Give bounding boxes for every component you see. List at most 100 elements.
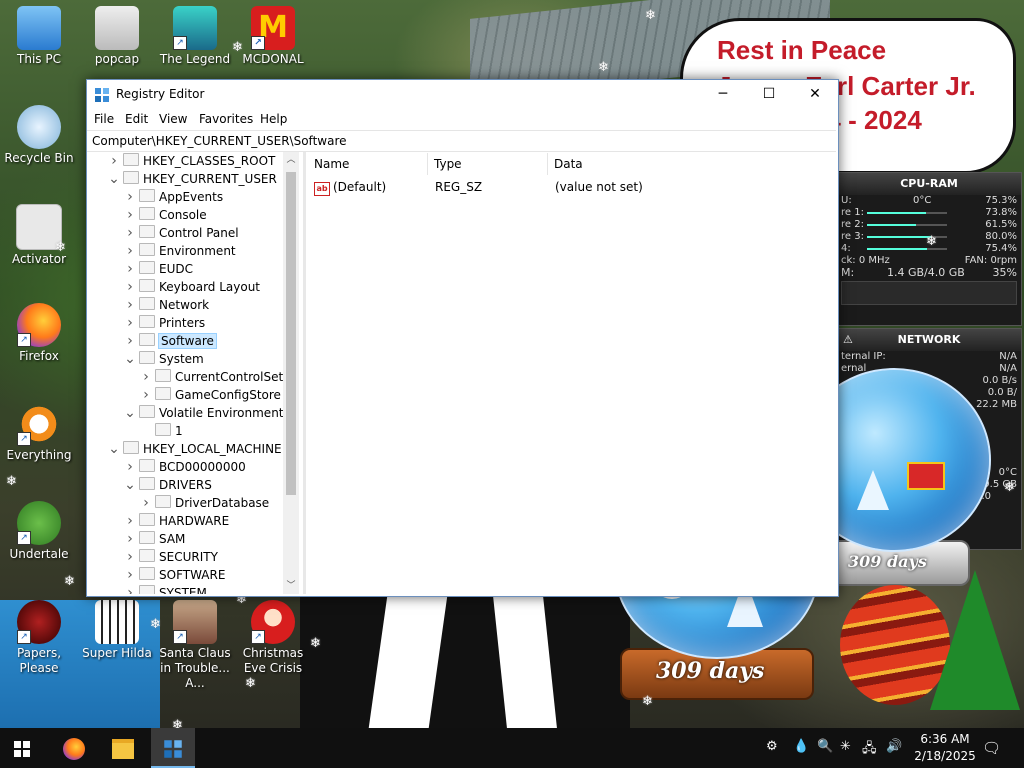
tree-node[interactable]: ⌄ DRIVERS: [123, 476, 212, 494]
tree-node[interactable]: › SECURITY: [123, 548, 218, 566]
tray-sparkle-icon[interactable]: ✳: [840, 739, 851, 754]
scroll-up-icon[interactable]: ︿: [283, 152, 299, 168]
tree-node[interactable]: › Network: [123, 296, 209, 314]
taskbar-clock[interactable]: 6:36 AM 2/18/2025: [910, 731, 980, 765]
chevron-right-icon[interactable]: ›: [123, 278, 137, 296]
menu-help[interactable]: Help: [260, 112, 287, 126]
chevron-right-icon[interactable]: ›: [139, 386, 153, 404]
tree-node[interactable]: 1: [139, 422, 183, 440]
column-header-data[interactable]: Data: [548, 153, 748, 175]
tray-drop-icon[interactable]: 💧: [793, 739, 809, 754]
desktop-icon-recycle-bin[interactable]: Recycle Bin: [0, 105, 78, 166]
close-button[interactable]: ✕: [792, 80, 838, 109]
chevron-right-icon[interactable]: ›: [123, 206, 137, 224]
tree-node[interactable]: › Console: [123, 206, 207, 224]
chevron-right-icon[interactable]: ›: [123, 260, 137, 278]
tree-node[interactable]: › SAM: [123, 530, 185, 548]
value-row-data[interactable]: (value not set): [555, 178, 643, 196]
chevron-right-icon[interactable]: ›: [123, 458, 137, 476]
chevron-right-icon[interactable]: ›: [123, 548, 137, 566]
tree-node[interactable]: › EUDC: [123, 260, 193, 278]
tree-node[interactable]: › HKEY_CLASSES_ROOT: [107, 152, 275, 170]
tree-node[interactable]: › HARDWARE: [123, 512, 229, 530]
chevron-right-icon[interactable]: ›: [139, 494, 153, 512]
column-header-type[interactable]: Type: [428, 153, 548, 175]
tree-node[interactable]: › Keyboard Layout: [123, 278, 260, 296]
address-bar[interactable]: Computer\HKEY_CURRENT_USER\Software: [87, 130, 836, 152]
chevron-right-icon[interactable]: ›: [139, 368, 153, 386]
tree-node[interactable]: › Environment: [123, 242, 236, 260]
desktop-icon-activator[interactable]: Activator: [0, 204, 78, 267]
desktop-icon-popcap[interactable]: popcap: [78, 6, 156, 67]
chevron-right-icon[interactable]: ›: [123, 242, 137, 260]
tree-node[interactable]: › Control Panel: [123, 224, 239, 242]
chevron-right-icon[interactable]: ›: [123, 188, 137, 206]
desktop-icon-everything[interactable]: ↗ Everything: [0, 402, 78, 463]
tray-volume-icon[interactable]: 🔊: [886, 739, 902, 754]
minimize-button[interactable]: ─: [700, 80, 746, 109]
desktop-icon-santa-claus-in-trouble[interactable]: ↗ Santa Claus in Trouble... A...: [156, 600, 234, 691]
desktop-icon-firefox[interactable]: ↗ Firefox: [0, 303, 78, 364]
taskbar-firefox[interactable]: [52, 728, 96, 768]
chevron-right-icon[interactable]: ›: [123, 332, 137, 350]
tray-people-icon[interactable]: ⚙: [766, 739, 778, 754]
address-path[interactable]: Computer\HKEY_CURRENT_USER\Software: [92, 134, 347, 148]
registry-editor-window[interactable]: Registry Editor ─ ☐ ✕ File Edit View Fav…: [86, 79, 839, 597]
tree-node[interactable]: › Printers: [123, 314, 205, 332]
chevron-right-icon[interactable]: ›: [123, 512, 137, 530]
desktop-icon-undertale[interactable]: ↗ Undertale: [0, 501, 78, 562]
notification-center-icon[interactable]: 🗨: [982, 739, 1001, 757]
tree-node[interactable]: › GameConfigStore: [139, 386, 281, 404]
desktop-icon-mcdonal[interactable]: M ↗ MCDONAL: [234, 6, 312, 67]
chevron-down-icon[interactable]: ⌄: [123, 350, 137, 368]
value-row-type[interactable]: REG_SZ: [435, 178, 482, 196]
chevron-right-icon[interactable]: ›: [107, 152, 121, 170]
menu-view[interactable]: View: [159, 112, 187, 126]
chevron-right-icon[interactable]: ›: [123, 530, 137, 548]
tree-node[interactable]: ⌄ Volatile Environment: [123, 404, 284, 422]
tray-network-icon[interactable]: 🖧: [862, 739, 877, 761]
chevron-down-icon[interactable]: ⌄: [107, 170, 121, 188]
chevron-right-icon[interactable]: ›: [123, 314, 137, 332]
value-row-name[interactable]: ab (Default): [314, 178, 386, 196]
tree-node[interactable]: › Software: [123, 332, 217, 350]
title-bar[interactable]: Registry Editor ─ ☐ ✕: [87, 80, 838, 109]
desktop-icon-the-legend[interactable]: ↗ The Legend: [156, 6, 234, 67]
scrollbar-thumb[interactable]: [286, 172, 296, 495]
scroll-down-icon[interactable]: ﹀: [283, 578, 299, 594]
tree-node[interactable]: › SYSTEM: [123, 584, 207, 594]
desktop-icon-this-pc[interactable]: This PC: [0, 6, 78, 67]
tree-node[interactable]: › AppEvents: [123, 188, 223, 206]
menu-edit[interactable]: Edit: [125, 112, 148, 126]
desktop-icon-papers-please[interactable]: ↗ Papers, Please: [0, 600, 78, 676]
chevron-right-icon[interactable]: ›: [123, 566, 137, 584]
tray-search-icon[interactable]: 🔍: [817, 739, 833, 754]
cpu-ram-gadget[interactable]: CPU-RAM U: 0°C 75.3% re 1: 73.8% re 2: 61.5%…: [836, 172, 1022, 326]
tree-node[interactable]: › DriverDatabase: [139, 494, 269, 512]
tree-node[interactable]: › BCD00000000: [123, 458, 246, 476]
tree-scrollbar[interactable]: ︿ ﹀: [283, 152, 299, 594]
pane-splitter[interactable]: [303, 152, 306, 594]
desktop-icon-super-hilda[interactable]: Super Hilda: [78, 600, 156, 661]
column-header-name[interactable]: Name: [308, 153, 428, 175]
menu-file[interactable]: File: [94, 112, 114, 126]
start-button[interactable]: [0, 728, 44, 768]
menu-favorites[interactable]: Favorites: [199, 112, 253, 126]
taskbar-registry-editor[interactable]: [151, 728, 195, 768]
chevron-down-icon[interactable]: ⌄: [123, 404, 137, 422]
key-tree-pane[interactable]: › HKEY_CLASSES_ROOT ⌄ HKEY_CURRENT_USER › App…: [87, 152, 299, 594]
tree-node[interactable]: ⌄ HKEY_CURRENT_USER: [107, 170, 277, 188]
maximize-button[interactable]: ☐: [746, 80, 792, 109]
tree-node[interactable]: › SOFTWARE: [123, 566, 225, 584]
chevron-right-icon[interactable]: ›: [123, 296, 137, 314]
tree-node[interactable]: › CurrentControlSet: [139, 368, 283, 386]
desktop-icon-christmas-eve-crisis[interactable]: ↗ Christmas Eve Crisis: [234, 600, 312, 676]
chevron-down-icon[interactable]: ⌄: [107, 440, 121, 458]
chevron-down-icon[interactable]: ⌄: [123, 476, 137, 494]
tree-node[interactable]: ⌄ HKEY_LOCAL_MACHINE: [107, 440, 282, 458]
taskbar-file-explorer[interactable]: [101, 728, 145, 768]
chevron-right-icon[interactable]: ›: [123, 584, 137, 594]
values-list-pane[interactable]: Name Type Data ab (Default) REG_SZ (value…: [308, 152, 836, 594]
tree-node[interactable]: ⌄ System: [123, 350, 204, 368]
chevron-right-icon[interactable]: ›: [123, 224, 137, 242]
